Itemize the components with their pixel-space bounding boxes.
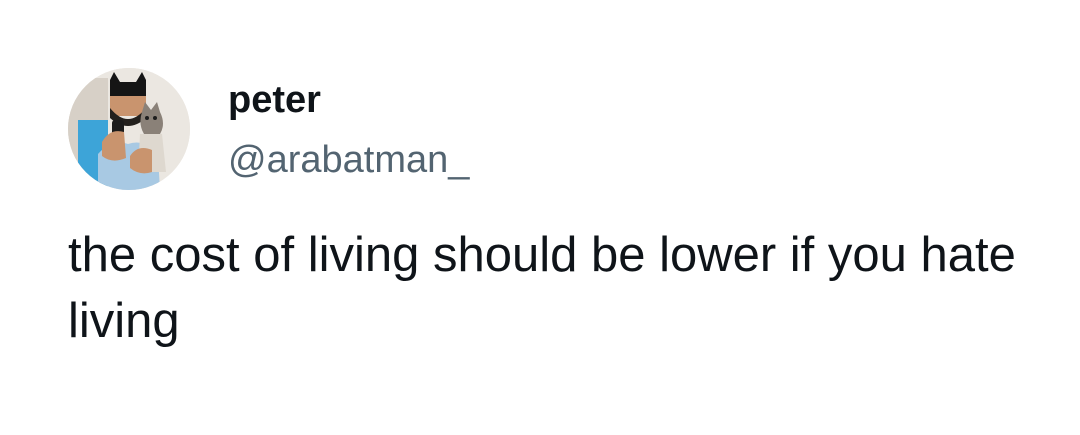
author-handle[interactable]: @arabatman_ [228,138,469,182]
avatar-photo [68,68,190,190]
tweet-text: the cost of living should be lower if yo… [68,228,1016,348]
avatar[interactable] [68,68,190,190]
author-display-name[interactable]: peter [228,78,321,122]
tweet-card: peter @arabatman_ the cost of living sho… [0,0,1080,435]
